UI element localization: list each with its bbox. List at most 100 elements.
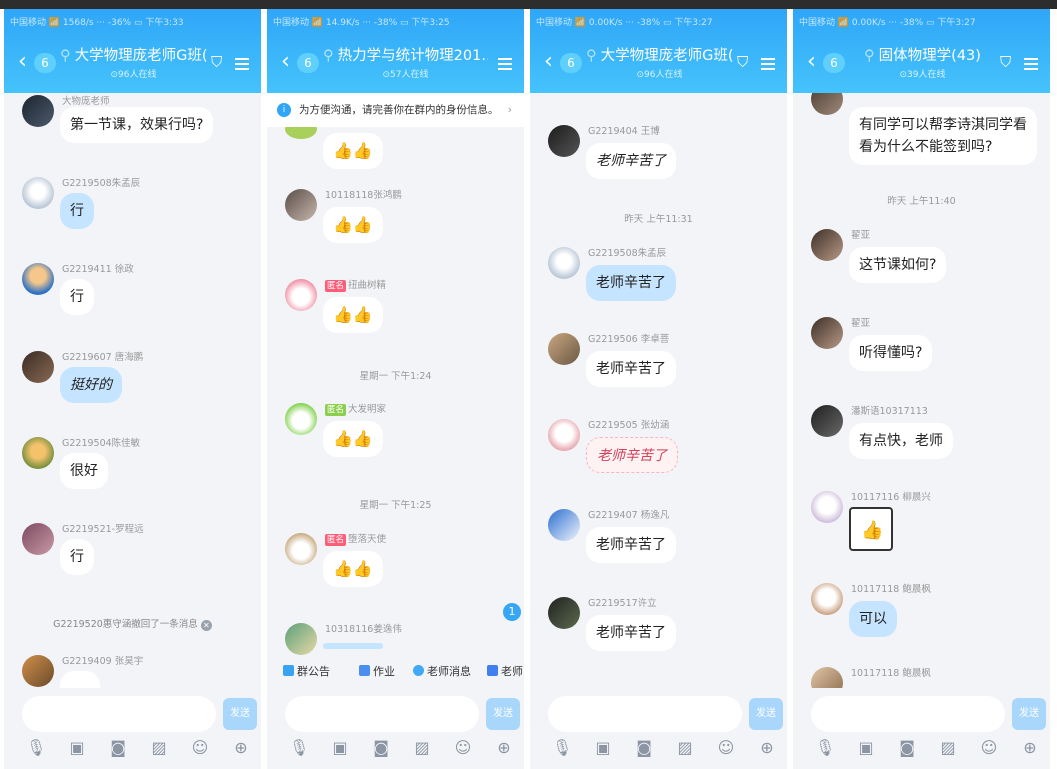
- anonymous-tag: 匿名: [325, 534, 347, 546]
- message-bubble[interactable]: 👍👍: [323, 297, 383, 333]
- send-button[interactable]: 发送: [1012, 698, 1046, 730]
- plus-icon[interactable]: ⊕: [494, 738, 514, 758]
- gift-icon[interactable]: ▨: [675, 738, 695, 758]
- send-button[interactable]: 发送: [223, 698, 257, 730]
- message-bubble[interactable]: 挺好的: [60, 367, 122, 403]
- emoji-icon[interactable]: ☺: [190, 738, 210, 758]
- chat-screen-2: 中国移动 📶 14.9K/s ··· -38% ▭ 下午3:25 ‹ 6 ⚲ 热力…: [267, 9, 524, 769]
- plus-icon[interactable]: ⊕: [231, 738, 251, 758]
- microphone-icon[interactable]: 🎙: [26, 738, 46, 758]
- microphone-icon[interactable]: 🎙: [289, 738, 309, 758]
- message-bubble[interactable]: 有同学可以帮李诗淇同学看 看为什么不能签到吗?: [849, 107, 1037, 165]
- message-bubble[interactable]: 老师辛苦了: [586, 351, 676, 387]
- gift-icon[interactable]: ▨: [149, 738, 169, 758]
- back-arrow-icon[interactable]: ‹: [807, 51, 816, 73]
- message-bubble[interactable]: 可以: [849, 601, 897, 637]
- message-bubble[interactable]: 第一节课，效果行吗?: [60, 107, 214, 143]
- menu-icon[interactable]: [1024, 58, 1038, 70]
- message-bubble[interactable]: 👍👍: [323, 133, 383, 169]
- emoji-icon[interactable]: ☺: [716, 738, 736, 758]
- message-bubble[interactable]: 👍👍: [323, 207, 383, 243]
- toolbar: 🎙 ▣ ◙ ▨ ☺ ⊕: [793, 738, 1050, 762]
- avatar: [22, 351, 54, 383]
- close-icon[interactable]: ✕: [200, 620, 212, 631]
- message-list[interactable]: 有同学可以帮李诗淇同学看 看为什么不能签到吗? 昨天 上午11:40 翟亚 这节课…: [793, 93, 1050, 688]
- menu-icon[interactable]: [235, 58, 249, 70]
- group-title: 固体物理学(43): [878, 48, 981, 64]
- unread-count-badge[interactable]: 6: [823, 53, 845, 73]
- message-input[interactable]: [285, 696, 479, 732]
- sender-name: 大物庞老师: [62, 96, 110, 107]
- back-arrow-icon[interactable]: ‹: [544, 51, 553, 73]
- chevron-right-icon[interactable]: ›: [508, 93, 512, 127]
- send-button[interactable]: 发送: [749, 698, 783, 730]
- message-bubble[interactable]: 👍👍: [323, 551, 383, 587]
- message-bubble[interactable]: [60, 671, 100, 688]
- chat-title-area[interactable]: ⚲ 固体物理学(43) ⊙39人在线: [849, 47, 996, 80]
- camera-icon[interactable]: ◙: [371, 738, 391, 758]
- sender-name: G2219508朱孟辰: [588, 248, 667, 259]
- message-bubble[interactable]: [323, 643, 383, 649]
- teacher-message-button[interactable]: 老师消息: [413, 663, 471, 679]
- unread-bubble-badge[interactable]: 1: [503, 603, 521, 621]
- message-list[interactable]: G2219404 王博 老师辛苦了 昨天 上午11:31 G2219508朱孟辰…: [530, 93, 787, 688]
- message-input[interactable]: [811, 696, 1005, 732]
- message-bubble[interactable]: 老师辛苦了: [586, 143, 676, 179]
- camera-icon[interactable]: ◙: [897, 738, 917, 758]
- image-icon[interactable]: ▣: [856, 738, 876, 758]
- message-bubble[interactable]: 听得懂吗?: [849, 335, 933, 371]
- chat-header: 中国移动 📶 0.00K/s ··· -38% ▭ 下午3:27 ‹ 6 ⚲ 固体…: [793, 9, 1050, 93]
- camera-icon[interactable]: ◙: [634, 738, 654, 758]
- microphone-icon[interactable]: 🎙: [815, 738, 835, 758]
- chat-title-area[interactable]: ⚲大学物理庞老师G班(99) ⊙96人在线: [60, 47, 207, 80]
- emoji-icon[interactable]: ☺: [979, 738, 999, 758]
- message-bubble[interactable]: 行: [60, 539, 94, 575]
- sender-name: G2219505 张幼涵: [588, 420, 670, 431]
- message-bubble[interactable]: 老师辛苦了: [586, 437, 678, 473]
- message-bubble[interactable]: 有点快，老师: [849, 423, 953, 459]
- anonymous-tag: 匿名: [325, 280, 347, 292]
- group-notice-button[interactable]: 群公告: [283, 663, 330, 679]
- message-input[interactable]: [548, 696, 742, 732]
- message-bubble[interactable]: 行: [60, 193, 94, 229]
- chat-title-area[interactable]: ⚲大学物理庞老师G班(99) ⊙96人在线: [586, 47, 733, 80]
- shield-icon[interactable]: ⛉: [737, 54, 753, 71]
- microphone-icon[interactable]: 🎙: [552, 738, 572, 758]
- emoji-icon[interactable]: ☺: [453, 738, 473, 758]
- homework-button[interactable]: 作业: [359, 663, 395, 679]
- menu-icon[interactable]: [498, 58, 512, 70]
- image-icon[interactable]: ▣: [593, 738, 613, 758]
- send-button[interactable]: 发送: [486, 698, 520, 730]
- back-arrow-icon[interactable]: ‹: [281, 51, 290, 73]
- chat-header: 中国移动 📶 0.00K/s ··· -38% ▭ 下午3:27 ‹ 6 ⚲ 大学…: [530, 9, 787, 93]
- shield-icon[interactable]: ⛉: [1000, 54, 1016, 71]
- camera-icon[interactable]: ◙: [108, 738, 128, 758]
- message-list[interactable]: 👍👍 10118118张鸿鹏 👍👍 匿名 扭曲树精 👍👍 星期一 下午1:24 匿…: [267, 93, 524, 688]
- shield-icon[interactable]: ⛉: [211, 54, 227, 71]
- unread-count-badge[interactable]: 6: [34, 53, 56, 73]
- image-icon[interactable]: ▣: [330, 738, 350, 758]
- message-bubble[interactable]: 行: [60, 279, 94, 315]
- image-icon[interactable]: ▣: [67, 738, 87, 758]
- unread-count-badge[interactable]: 6: [560, 53, 582, 73]
- sticker-bubble[interactable]: 👍: [849, 507, 893, 551]
- message-bubble[interactable]: 这节课如何?: [849, 247, 947, 283]
- message-bubble[interactable]: 老师辛苦了: [586, 265, 676, 301]
- teacher-more-button[interactable]: 老师E: [487, 663, 524, 679]
- gift-icon[interactable]: ▨: [938, 738, 958, 758]
- identity-notice-banner[interactable]: i 为方便沟通，请完善你在群内的身份信息。 ›: [267, 93, 524, 127]
- message-list[interactable]: 大物庞老师 第一节课，效果行吗? G2219508朱孟辰 行 G2219411 …: [4, 93, 261, 688]
- message-bubble[interactable]: 老师辛苦了: [586, 527, 676, 563]
- plus-icon[interactable]: ⊕: [1020, 738, 1040, 758]
- message-bubble[interactable]: 很好: [60, 453, 108, 489]
- message-bubble[interactable]: 👍👍: [323, 421, 383, 457]
- gift-icon[interactable]: ▨: [412, 738, 432, 758]
- message-bubble[interactable]: 老师辛苦了: [586, 615, 676, 651]
- chat-title-area[interactable]: ⚲热力学与统计物理201…(59) ⊙57人在线: [323, 47, 488, 80]
- avatar: [811, 491, 843, 523]
- plus-icon[interactable]: ⊕: [757, 738, 777, 758]
- message-input[interactable]: [22, 696, 216, 732]
- unread-count-badge[interactable]: 6: [297, 53, 319, 73]
- back-arrow-icon[interactable]: ‹: [18, 51, 27, 73]
- menu-icon[interactable]: [761, 58, 775, 70]
